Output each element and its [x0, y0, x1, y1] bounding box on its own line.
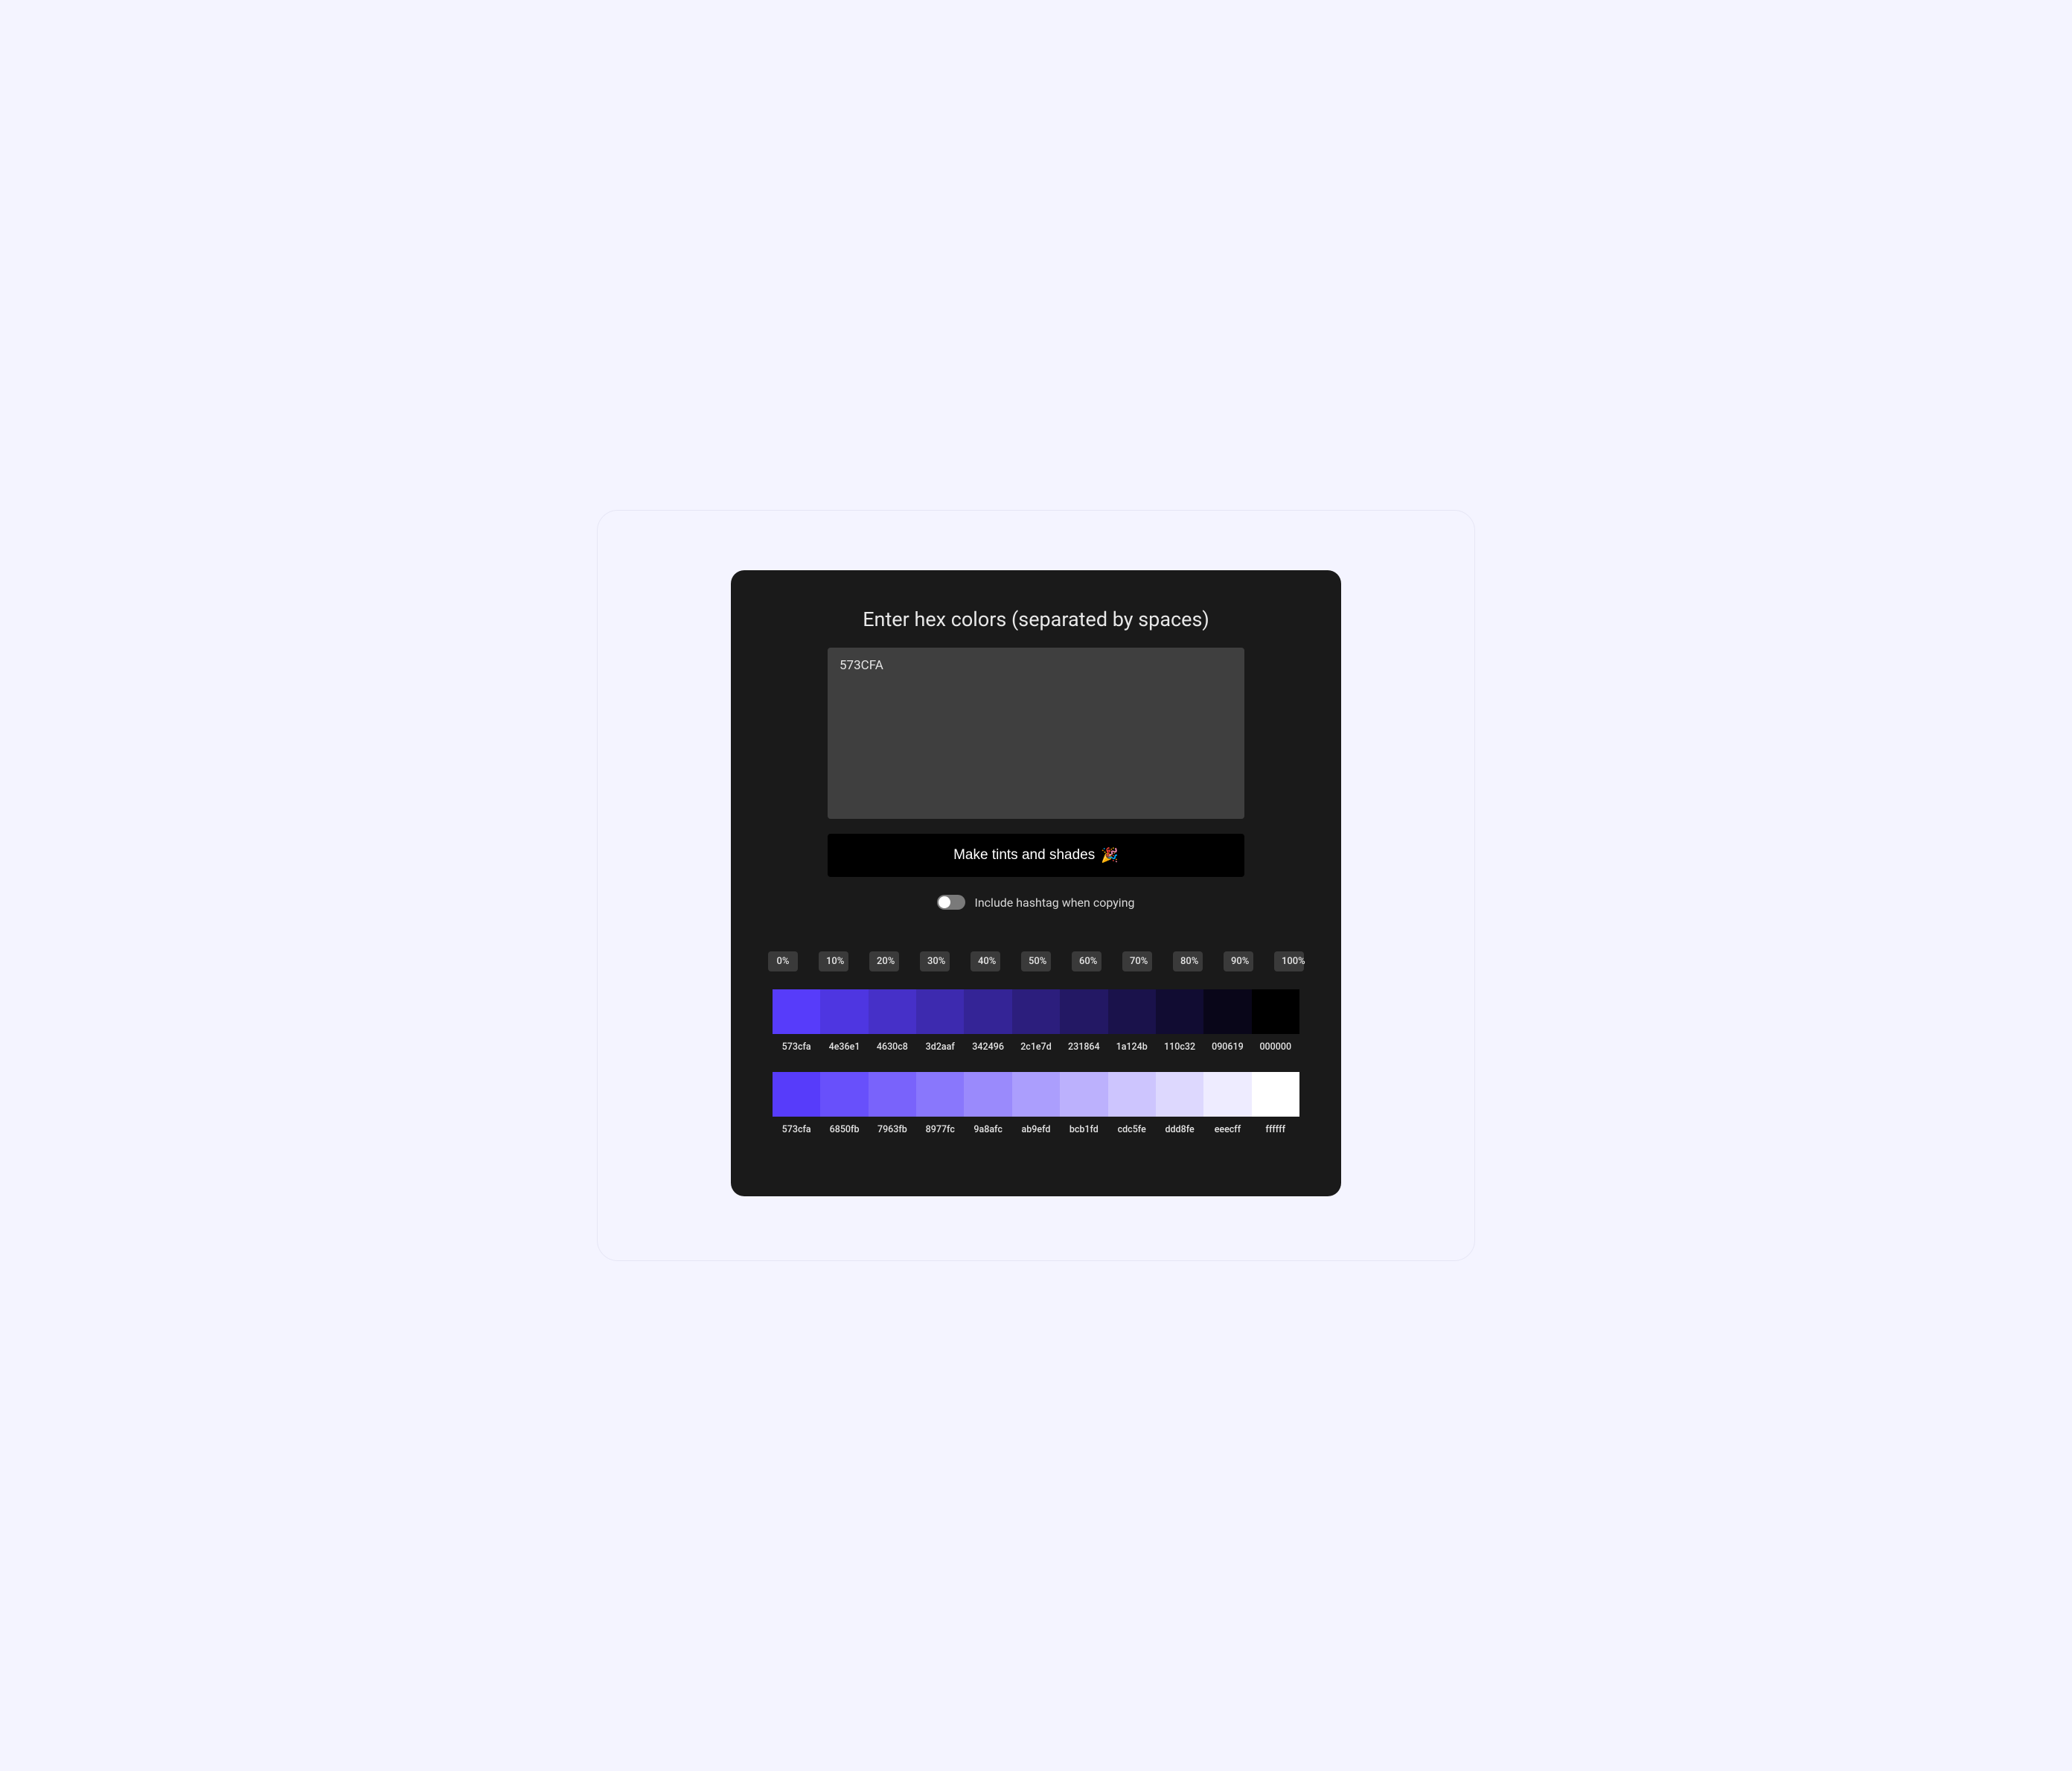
tint-hex-label[interactable]: eeecff — [1203, 1124, 1251, 1135]
shade-swatch[interactable] — [1060, 989, 1107, 1034]
percent-pill: 60% — [1072, 951, 1101, 971]
percent-pill: 100% — [1274, 951, 1304, 971]
tint-swatch[interactable] — [820, 1072, 868, 1117]
tint-swatch[interactable] — [1203, 1072, 1251, 1117]
shade-swatch[interactable] — [1203, 989, 1251, 1034]
make-button[interactable]: Make tints and shades 🎉 — [828, 834, 1244, 877]
tint-swatch[interactable] — [964, 1072, 1011, 1117]
tint-hex-label[interactable]: ab9efd — [1012, 1124, 1060, 1135]
tint-hex-label[interactable]: 6850fb — [820, 1124, 868, 1135]
shade-hex-label[interactable]: 573cfa — [773, 1041, 820, 1053]
shade-hex-label[interactable]: 000000 — [1252, 1041, 1299, 1053]
shades-section: 573cfa 4e36e1 4630c8 3d2aaf 342496 2c1e7… — [773, 989, 1299, 1053]
tint-swatch[interactable] — [1060, 1072, 1107, 1117]
shade-hex-label[interactable]: 090619 — [1203, 1041, 1251, 1053]
tints-hex-row: 573cfa 6850fb 7963fb 8977fc 9a8afc ab9ef… — [773, 1124, 1299, 1135]
shade-hex-label[interactable]: 3d2aaf — [916, 1041, 964, 1053]
shade-swatch[interactable] — [1108, 989, 1156, 1034]
tints-section: 573cfa 6850fb 7963fb 8977fc 9a8afc ab9ef… — [773, 1072, 1299, 1135]
outer-frame: Enter hex colors (separated by spaces) M… — [597, 510, 1475, 1260]
shade-hex-label[interactable]: 231864 — [1060, 1041, 1107, 1053]
tint-hex-label[interactable]: 9a8afc — [964, 1124, 1011, 1135]
shade-swatch[interactable] — [1252, 989, 1299, 1034]
shade-hex-label[interactable]: 110c32 — [1156, 1041, 1203, 1053]
tint-hex-label[interactable]: cdc5fe — [1108, 1124, 1156, 1135]
tint-swatch[interactable] — [1012, 1072, 1060, 1117]
tint-swatch[interactable] — [1156, 1072, 1203, 1117]
percent-pill: 90% — [1224, 951, 1253, 971]
tint-hex-label[interactable]: 573cfa — [773, 1124, 820, 1135]
toggle-knob — [939, 896, 950, 908]
shade-swatch[interactable] — [820, 989, 868, 1034]
tint-swatch[interactable] — [916, 1072, 964, 1117]
hex-input[interactable] — [828, 648, 1244, 819]
tint-hex-label[interactable]: ffffff — [1252, 1124, 1299, 1135]
tool-card: Enter hex colors (separated by spaces) M… — [731, 570, 1341, 1196]
toggle-label: Include hashtag when copying — [974, 896, 1134, 910]
shade-swatch[interactable] — [964, 989, 1011, 1034]
tint-hex-label[interactable]: 8977fc — [916, 1124, 964, 1135]
shade-hex-label[interactable]: 4630c8 — [869, 1041, 916, 1053]
percent-pill: 0% — [768, 951, 798, 971]
percent-pill: 10% — [819, 951, 848, 971]
shades-strip — [773, 989, 1299, 1034]
shade-hex-label[interactable]: 1a124b — [1108, 1041, 1156, 1053]
percent-row: 0% 10% 20% 30% 40% 50% 60% 70% 80% 90% 1… — [773, 951, 1299, 971]
shade-swatch[interactable] — [1156, 989, 1203, 1034]
shade-swatch[interactable] — [916, 989, 964, 1034]
party-popper-icon: 🎉 — [1101, 846, 1119, 864]
shade-swatch[interactable] — [1012, 989, 1060, 1034]
shade-swatch[interactable] — [773, 989, 820, 1034]
input-section: Make tints and shades 🎉 Include hashtag … — [773, 648, 1299, 951]
shades-hex-row: 573cfa 4e36e1 4630c8 3d2aaf 342496 2c1e7… — [773, 1041, 1299, 1053]
percent-pill: 80% — [1173, 951, 1203, 971]
percent-pill: 40% — [971, 951, 1000, 971]
shade-hex-label[interactable]: 342496 — [964, 1041, 1011, 1053]
tint-swatch[interactable] — [773, 1072, 820, 1117]
shade-swatch[interactable] — [869, 989, 916, 1034]
shade-hex-label[interactable]: 2c1e7d — [1012, 1041, 1060, 1053]
percent-pill: 70% — [1122, 951, 1152, 971]
percent-pill: 50% — [1021, 951, 1051, 971]
tint-swatch[interactable] — [869, 1072, 916, 1117]
page-title: Enter hex colors (separated by spaces) — [773, 607, 1299, 631]
shade-hex-label[interactable]: 4e36e1 — [820, 1041, 868, 1053]
make-button-label: Make tints and shades — [953, 847, 1095, 864]
tint-hex-label[interactable]: ddd8fe — [1156, 1124, 1203, 1135]
tint-swatch[interactable] — [1108, 1072, 1156, 1117]
hashtag-toggle[interactable] — [937, 895, 965, 910]
percent-pill: 20% — [869, 951, 899, 971]
tints-strip — [773, 1072, 1299, 1117]
tint-swatch[interactable] — [1252, 1072, 1299, 1117]
percent-pill: 30% — [920, 951, 950, 971]
tint-hex-label[interactable]: 7963fb — [869, 1124, 916, 1135]
tint-hex-label[interactable]: bcb1fd — [1060, 1124, 1107, 1135]
toggle-row: Include hashtag when copying — [937, 895, 1134, 910]
